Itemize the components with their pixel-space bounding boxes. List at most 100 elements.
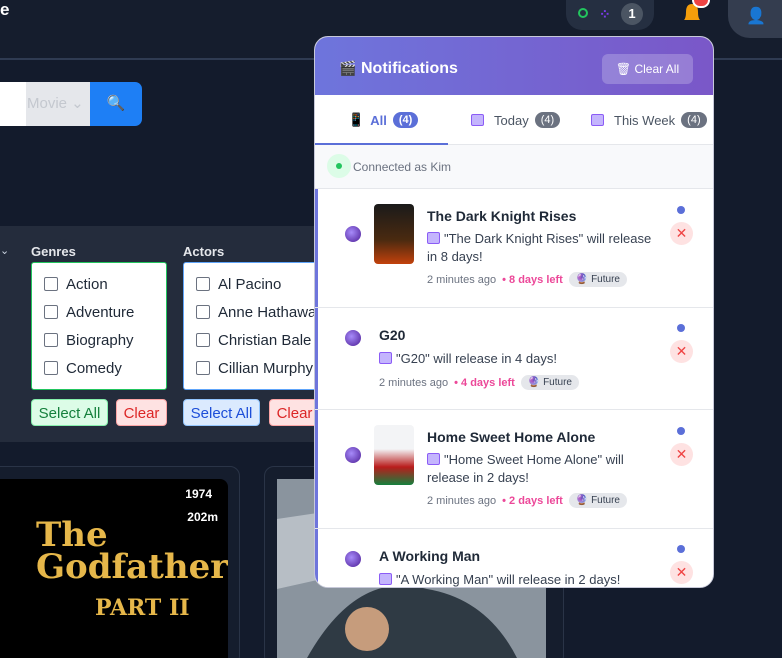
calendar-icon: [427, 232, 440, 244]
actors-clear-button[interactable]: Clear: [269, 399, 320, 426]
notification-title: Home Sweet Home Alone: [427, 429, 596, 445]
notification-title: G20: [379, 327, 406, 343]
actors-select-all-button[interactable]: Select All: [183, 399, 260, 426]
notification-meta: 2 minutes ago • 8 days left 🔮 Future: [427, 272, 627, 287]
search-button[interactable]: 🔍: [90, 82, 142, 126]
dismiss-button[interactable]: ✕: [670, 443, 693, 466]
genre-option[interactable]: Biography: [44, 326, 134, 354]
notification-item[interactable]: G20 "G20" will release in 4 days! 2 minu…: [315, 308, 713, 410]
notifications-panel: 🎬 Notifications 🗑 Clear All 📱 All (4) To…: [314, 36, 714, 588]
trash-icon: 🗑: [615, 62, 632, 76]
notification-meta: 2 minutes ago • 4 days left 🔮 Future: [379, 375, 579, 390]
calendar-icon: [379, 573, 392, 585]
unread-indicator: [315, 189, 318, 307]
genres-list[interactable]: Action Adventure Biography Comedy: [31, 262, 167, 390]
days-left: • 4 days left: [454, 376, 515, 389]
tab-count: (4): [681, 112, 707, 128]
future-tag: 🔮 Future: [568, 493, 627, 508]
connection-status[interactable]: ⁘ 1: [566, 0, 654, 30]
checkbox[interactable]: [196, 305, 210, 319]
notification-title: A Working Man: [379, 548, 481, 564]
notification-message: "The Dark Knight Rises" will release in …: [427, 231, 652, 264]
actor-label: Anne Hathaway: [218, 303, 324, 321]
genres-select-all-button[interactable]: Select All: [31, 399, 108, 426]
chevron-down-icon[interactable]: ⌄: [0, 244, 9, 257]
unread-dot: [677, 427, 685, 435]
movie-poster[interactable]: 1974 202m The Godfather PART II: [0, 479, 228, 658]
dismiss-button[interactable]: ✕: [670, 561, 693, 584]
notifications-header: 🎬 Notifications 🗑 Clear All: [315, 37, 713, 95]
clear-all-button[interactable]: 🗑 Clear All: [602, 54, 693, 84]
tab-label: Today: [494, 112, 529, 128]
notification-time: 2 minutes ago: [379, 376, 449, 389]
tab-this-week[interactable]: This Week (4): [591, 95, 707, 145]
days-left: • 8 days left: [502, 273, 563, 286]
notification-message: "A Working Man" will release in 2 days!: [379, 571, 659, 587]
genre-label: Comedy: [66, 359, 122, 377]
online-dot-icon: [578, 8, 588, 18]
notification-time: 2 minutes ago: [427, 273, 497, 286]
actors-list[interactable]: Al Pacino Anne Hathaway Christian Bale C…: [183, 262, 330, 390]
checkbox[interactable]: [44, 277, 58, 291]
unread-dot: [677, 545, 685, 553]
actor-option[interactable]: Cillian Murphy: [196, 354, 313, 382]
tab-all[interactable]: 📱 All (4): [348, 95, 419, 145]
unread-dot: [677, 206, 685, 214]
dismiss-button[interactable]: ✕: [670, 222, 693, 245]
dismiss-button[interactable]: ✕: [670, 340, 693, 363]
calendar-icon: [471, 114, 484, 126]
user-menu[interactable]: 👤: [728, 0, 782, 38]
genre-label: Adventure: [66, 303, 135, 321]
genre-label: Action: [66, 275, 108, 293]
tab-today[interactable]: Today (4): [471, 95, 561, 145]
calendar-icon: [591, 114, 604, 126]
checkbox[interactable]: [196, 333, 210, 347]
genre-option[interactable]: Comedy: [44, 354, 122, 382]
notification-tabs: 📱 All (4) Today (4) This Week (4): [315, 95, 713, 145]
clear-all-label: Clear All: [634, 62, 680, 76]
tab-label: All: [370, 112, 387, 128]
calendar-icon: [379, 352, 392, 364]
checkbox[interactable]: [196, 277, 210, 291]
actor-option[interactable]: Christian Bale: [196, 326, 311, 354]
future-tag: 🔮 Future: [520, 375, 579, 390]
notification-message: "G20" will release in 4 days!: [379, 350, 659, 368]
app-brand[interactable]: e: [0, 0, 9, 20]
checkbox[interactable]: [44, 333, 58, 347]
genres-clear-button[interactable]: Clear: [116, 399, 167, 426]
connection-count: 1: [621, 3, 643, 25]
genre-option[interactable]: Action: [44, 270, 108, 298]
days-left: • 2 days left: [502, 494, 563, 507]
clapperboard-icon: 🎬: [339, 60, 357, 76]
actor-label: Christian Bale: [218, 331, 312, 349]
notification-message: "Home Sweet Home Alone" will release in …: [427, 452, 624, 485]
notification-item[interactable]: A Working Man "A Working Man" will relea…: [315, 529, 713, 587]
notification-title: The Dark Knight Rises: [427, 208, 577, 224]
unread-indicator: [315, 410, 318, 528]
user-icon: 👤: [746, 8, 766, 25]
notification-time: 2 minutes ago: [427, 494, 497, 507]
actor-option[interactable]: Anne Hathaway: [196, 298, 324, 326]
checkbox[interactable]: [44, 305, 58, 319]
crystal-ball-icon: [345, 551, 361, 567]
phone-icon: 📱: [348, 112, 365, 127]
actor-option[interactable]: Al Pacino: [196, 270, 281, 298]
checkbox[interactable]: [44, 361, 58, 375]
tab-label: This Week: [614, 112, 676, 128]
checkbox[interactable]: [196, 361, 210, 375]
movie-thumbnail: [374, 204, 414, 264]
notification-item[interactable]: Home Sweet Home Alone "Home Sweet Home A…: [315, 410, 713, 529]
calendar-icon: [427, 453, 440, 465]
search-icon: 🔍: [106, 95, 126, 112]
genre-option[interactable]: Adventure: [44, 298, 134, 326]
notification-meta: 2 minutes ago • 2 days left 🔮 Future: [427, 493, 627, 508]
type-select-value: Movie: [27, 95, 68, 112]
genre-label: Biography: [66, 331, 134, 349]
movie-year: 1974: [185, 487, 212, 501]
connected-dot-icon: [327, 154, 351, 178]
type-select[interactable]: Movie ⌄: [26, 82, 92, 126]
future-tag: 🔮 Future: [568, 272, 627, 287]
notification-item[interactable]: The Dark Knight Rises "The Dark Knight R…: [315, 189, 713, 308]
unread-indicator: [315, 529, 318, 587]
unread-dot: [677, 324, 685, 332]
